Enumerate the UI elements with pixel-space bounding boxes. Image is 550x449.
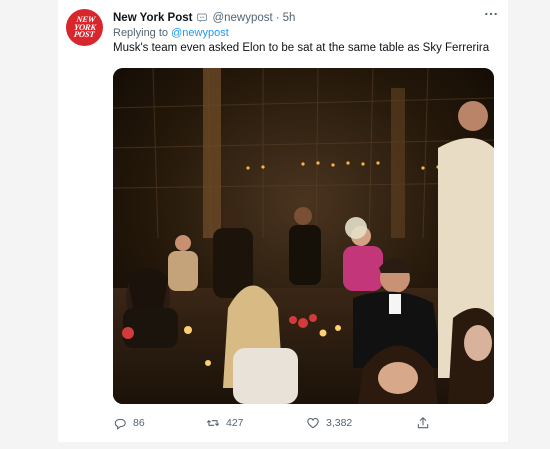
tweet-card[interactable]: NEW YORK POST New York Post @newypost · … xyxy=(58,0,508,442)
reply-icon xyxy=(114,418,126,430)
replying-to: Replying to @newypost xyxy=(113,27,229,39)
share-button[interactable] xyxy=(416,416,436,430)
share-icon xyxy=(417,417,429,429)
tweet-actions: 86 427 3,382 xyxy=(113,414,443,432)
tweet-photo[interactable] xyxy=(113,68,494,404)
author-handle[interactable]: @newypost xyxy=(212,12,272,24)
like-button[interactable]: 3,382 xyxy=(306,416,416,430)
party-photo-illustration xyxy=(113,68,494,404)
retweet-count: 427 xyxy=(226,417,244,429)
tweet-text: Musk's team even asked Elon to be sat at… xyxy=(113,42,490,54)
author-name[interactable]: New York Post xyxy=(113,12,192,24)
avatar[interactable]: NEW YORK POST xyxy=(66,9,103,46)
reply-count: 86 xyxy=(133,417,145,429)
tweet-header: New York Post @newypost · 5h xyxy=(113,10,498,26)
timestamp[interactable]: 5h xyxy=(283,12,296,24)
retweet-button[interactable]: 427 xyxy=(206,416,306,430)
new-york-post-logo: NEW YORK POST xyxy=(73,14,97,40)
like-count: 3,382 xyxy=(326,417,353,429)
replying-to-handle[interactable]: @newypost xyxy=(171,27,229,39)
more-icon[interactable] xyxy=(482,7,500,21)
separator-dot: · xyxy=(275,12,280,24)
retweet-icon xyxy=(206,420,220,426)
reply-button[interactable]: 86 xyxy=(113,416,206,430)
replying-to-label: Replying to xyxy=(113,27,169,39)
verified-icon xyxy=(196,12,208,24)
like-icon xyxy=(307,418,319,429)
